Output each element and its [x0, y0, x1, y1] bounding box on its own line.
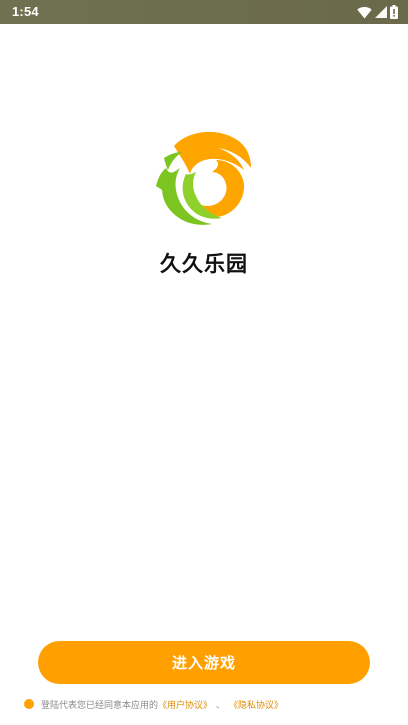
enter-game-button[interactable]: 进入游戏	[38, 641, 370, 684]
status-icons	[357, 4, 398, 20]
app-title: 久久乐园	[160, 252, 248, 276]
agreement-checkbox[interactable]	[24, 699, 34, 709]
wifi-icon	[357, 6, 372, 18]
app-logo	[156, 128, 252, 228]
privacy-policy-link[interactable]: 《隐私协议》	[229, 698, 283, 711]
cellular-signal-icon	[375, 6, 387, 18]
status-time: 1:54	[12, 4, 39, 19]
status-bar: 1:54	[0, 0, 408, 24]
agreement-text: 登陆代表您已经同意本应用的	[41, 700, 159, 711]
swirl-logo-icon	[156, 131, 251, 225]
agreement-notice: 登陆代表您已经同意本应用的 《用户协议》 、 《隐私协议》	[24, 697, 283, 711]
user-agreement-link[interactable]: 《用户协议》	[158, 698, 212, 711]
battery-icon	[390, 5, 398, 19]
agreement-separator: 、	[216, 700, 226, 711]
